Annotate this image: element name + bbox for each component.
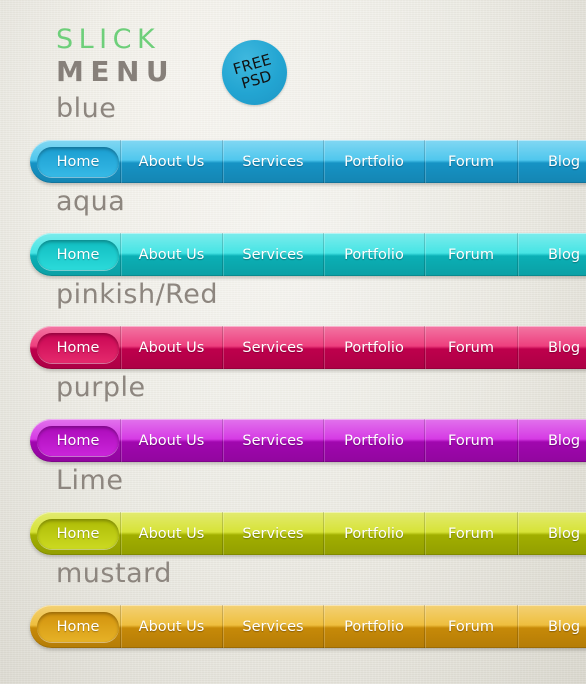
active-item-pill: Home	[36, 239, 120, 270]
menu-item-label: Home	[56, 153, 100, 170]
menu-item-label: Forum	[448, 432, 494, 449]
menu-item-blog[interactable]: Blog	[517, 233, 586, 276]
menu-item-portfolio[interactable]: Portfolio	[323, 512, 424, 555]
menu-item-label: Portfolio	[344, 153, 404, 170]
menu-item-services[interactable]: Services	[222, 140, 323, 183]
menu-item-label: Services	[242, 339, 304, 356]
menu-item-label: Blog	[547, 432, 581, 449]
menu-item-label: Forum	[448, 525, 494, 542]
section-label: mustard	[56, 558, 172, 589]
menu-item-about-us[interactable]: About Us	[120, 140, 222, 183]
menu-item-label: Portfolio	[344, 525, 404, 542]
menu-item-services[interactable]: Services	[222, 419, 323, 462]
menu-item-label: Portfolio	[344, 432, 404, 449]
menu-item-home[interactable]: Home	[30, 326, 120, 369]
menu-item-label: Services	[242, 525, 304, 542]
menu-bar: Home About Us Services Portfolio Forum Blog	[30, 233, 586, 276]
menu-item-portfolio[interactable]: Portfolio	[323, 326, 424, 369]
menu-item-about-us[interactable]: About Us	[120, 512, 222, 555]
free-psd-badge[interactable]: FREE PSD	[222, 40, 287, 105]
logo: SLICK MENU	[56, 26, 175, 86]
menu-item-portfolio[interactable]: Portfolio	[323, 140, 424, 183]
section-label: pinkish/Red	[56, 279, 218, 310]
logo-line-slick: SLICK	[56, 24, 161, 55]
menu-item-home[interactable]: Home	[30, 233, 120, 276]
menu-item-label: About Us	[138, 432, 205, 449]
section-label: aqua	[56, 186, 126, 217]
menu-item-blog[interactable]: Blog	[517, 419, 586, 462]
menu-item-label: Home	[56, 246, 100, 263]
menu-item-blog[interactable]: Blog	[517, 326, 586, 369]
active-item-pill: Home	[36, 425, 120, 456]
section-label: blue	[56, 93, 117, 124]
menu-item-services[interactable]: Services	[222, 233, 323, 276]
section-label: Lime	[56, 465, 124, 496]
menu-item-forum[interactable]: Forum	[424, 512, 517, 555]
menu-item-label: Forum	[448, 153, 494, 170]
menu-item-home[interactable]: Home	[30, 512, 120, 555]
menu-item-portfolio[interactable]: Portfolio	[323, 605, 424, 648]
menu-item-forum[interactable]: Forum	[424, 233, 517, 276]
menu-item-label: Blog	[547, 246, 581, 263]
menu-item-services[interactable]: Services	[222, 512, 323, 555]
menu-item-label: Blog	[547, 339, 581, 356]
menu-item-about-us[interactable]: About Us	[120, 605, 222, 648]
menu-item-services[interactable]: Services	[222, 326, 323, 369]
menu-item-forum[interactable]: Forum	[424, 140, 517, 183]
menu-bar: Home About Us Services Portfolio Forum Blog	[30, 326, 586, 369]
free-psd-badge-text: FREE PSD	[214, 32, 294, 112]
menu-item-about-us[interactable]: About Us	[120, 233, 222, 276]
menu-item-blog[interactable]: Blog	[517, 512, 586, 555]
menu-item-label: About Us	[138, 525, 205, 542]
menu-item-home[interactable]: Home	[30, 140, 120, 183]
menu-item-forum[interactable]: Forum	[424, 605, 517, 648]
menu-item-about-us[interactable]: About Us	[120, 326, 222, 369]
menu-item-label: About Us	[138, 153, 205, 170]
active-item-pill: Home	[36, 332, 120, 363]
menu-item-label: Blog	[547, 525, 581, 542]
menu-bar: Home About Us Services Portfolio Forum Blog	[30, 605, 586, 648]
menu-item-home[interactable]: Home	[30, 419, 120, 462]
menu-item-label: Portfolio	[344, 246, 404, 263]
menu-item-portfolio[interactable]: Portfolio	[323, 233, 424, 276]
menu-item-label: About Us	[138, 246, 205, 263]
menu-item-forum[interactable]: Forum	[424, 326, 517, 369]
menu-item-forum[interactable]: Forum	[424, 419, 517, 462]
menu-item-about-us[interactable]: About Us	[120, 419, 222, 462]
menu-item-blog[interactable]: Blog	[517, 140, 586, 183]
page-background: SLICK MENU FREE PSD blue Home About Us Serv…	[0, 0, 586, 684]
menu-item-label: Blog	[547, 618, 581, 635]
logo-line-menu: MENU	[56, 55, 176, 88]
menu-item-label: Home	[56, 525, 100, 542]
active-item-pill: Home	[36, 518, 120, 549]
menu-item-label: Portfolio	[344, 618, 404, 635]
menu-item-label: Portfolio	[344, 339, 404, 356]
menu-item-label: About Us	[138, 339, 205, 356]
menu-item-label: Home	[56, 618, 100, 635]
menu-item-home[interactable]: Home	[30, 605, 120, 648]
menu-item-label: Services	[242, 153, 304, 170]
menu-item-label: About Us	[138, 618, 205, 635]
menu-bar: Home About Us Services Portfolio Forum Blog	[30, 419, 586, 462]
menu-item-blog[interactable]: Blog	[517, 605, 586, 648]
menu-item-label: Forum	[448, 618, 494, 635]
menu-item-label: Forum	[448, 246, 494, 263]
menu-item-label: Services	[242, 246, 304, 263]
menu-item-label: Home	[56, 339, 100, 356]
menu-item-portfolio[interactable]: Portfolio	[323, 419, 424, 462]
menu-bar: Home About Us Services Portfolio Forum Blog	[30, 512, 586, 555]
menu-item-label: Blog	[547, 153, 581, 170]
menu-item-services[interactable]: Services	[222, 605, 323, 648]
section-label: purple	[56, 372, 146, 403]
active-item-pill: Home	[36, 611, 120, 642]
menu-item-label: Services	[242, 432, 304, 449]
menu-item-label: Services	[242, 618, 304, 635]
menu-item-label: Forum	[448, 339, 494, 356]
menu-item-label: Home	[56, 432, 100, 449]
menu-bar: Home About Us Services Portfolio Forum Blog	[30, 140, 586, 183]
active-item-pill: Home	[36, 146, 120, 177]
